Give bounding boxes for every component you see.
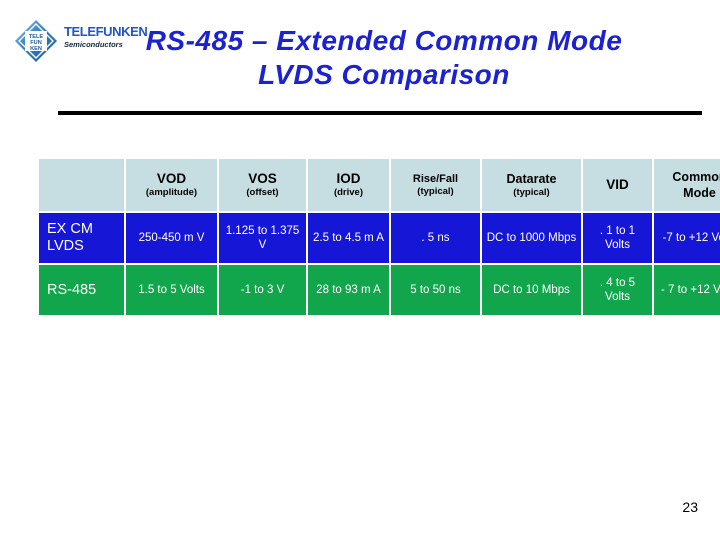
- page-title-line-1: RS-485 – Extended Common Mode: [145, 25, 623, 56]
- cell-ex-cm-lvds-vod: 250-450 m V: [126, 213, 217, 263]
- table-row: EX CM LVDS 250-450 m V 1.125 to 1.375 V …: [39, 213, 720, 263]
- header-cell-vos: VOS (offset): [219, 159, 306, 211]
- cell-rs-485-rise-fall: 5 to 50 ns: [391, 265, 480, 315]
- telefunken-diamond-icon: TELE FUN KEN: [15, 20, 57, 62]
- header-rise-fall-sub: (typical): [417, 186, 454, 197]
- table-header-row: VOD (amplitude) VOS (offset) IOD (drive)…: [39, 159, 720, 211]
- svg-text:KEN: KEN: [30, 46, 42, 52]
- cell-rs-485-vod: 1.5 to 5 Volts: [126, 265, 217, 315]
- title-divider: [58, 111, 702, 115]
- row-label-ex-cm-lvds: EX CM LVDS: [39, 213, 124, 263]
- page-title-line-2: LVDS Comparison: [258, 59, 510, 90]
- cell-rs-485-vos: -1 to 3 V: [219, 265, 306, 315]
- page-title: RS-485 – Extended Common Mode LVDS Compa…: [60, 24, 708, 92]
- cell-ex-cm-lvds-iod: 2.5 to 4.5 m A: [308, 213, 389, 263]
- cell-ex-cm-lvds-datarate: DC to 1000 Mbps: [482, 213, 581, 263]
- header-vos-main: VOS: [248, 171, 277, 186]
- cell-rs-485-vid: . 4 to 5 Volts: [583, 265, 652, 315]
- header-cell-vid: VID: [583, 159, 652, 211]
- header-cell-corner: [39, 159, 124, 211]
- header-vid-main: VID: [606, 177, 629, 192]
- cell-ex-cm-lvds-rise-fall: . 5 ns: [391, 213, 480, 263]
- header-cell-common-mode: Common Mode: [654, 159, 720, 211]
- header-iod-sub: (drive): [333, 187, 364, 198]
- header-common-mode-main: Common Mode: [672, 170, 720, 200]
- header-cell-vod: VOD (amplitude): [126, 159, 217, 211]
- cell-rs-485-iod: 28 to 93 m A: [308, 265, 389, 315]
- header-cell-datarate: Datarate (typical): [482, 159, 581, 211]
- header-iod-main: IOD: [336, 171, 361, 186]
- page-number: 23: [682, 499, 698, 515]
- header-vod-sub: (amplitude): [145, 187, 198, 198]
- header-cell-rise-fall: Rise/Fall (typical): [391, 159, 480, 211]
- cell-rs-485-datarate: DC to 10 Mbps: [482, 265, 581, 315]
- cell-rs-485-common-mode: - 7 to +12 Volts: [654, 265, 720, 315]
- header-vos-sub: (offset): [246, 187, 279, 198]
- row-label-rs-485: RS-485: [39, 265, 124, 315]
- header-rise-fall-main: Rise/Fall: [412, 173, 459, 185]
- header-vod-main: VOD: [156, 171, 187, 186]
- cell-ex-cm-lvds-vid: . 1 to 1 Volts: [583, 213, 652, 263]
- cell-ex-cm-lvds-common-mode: -7 to +12 Volts: [654, 213, 720, 263]
- cell-ex-cm-lvds-vos: 1.125 to 1.375 V: [219, 213, 306, 263]
- header-datarate-sub: (typical): [513, 187, 550, 198]
- header-datarate-main: Datarate: [506, 172, 557, 186]
- table-row: RS-485 1.5 to 5 Volts -1 to 3 V 28 to 93…: [39, 265, 720, 315]
- comparison-table: VOD (amplitude) VOS (offset) IOD (drive)…: [37, 157, 720, 317]
- header-cell-iod: IOD (drive): [308, 159, 389, 211]
